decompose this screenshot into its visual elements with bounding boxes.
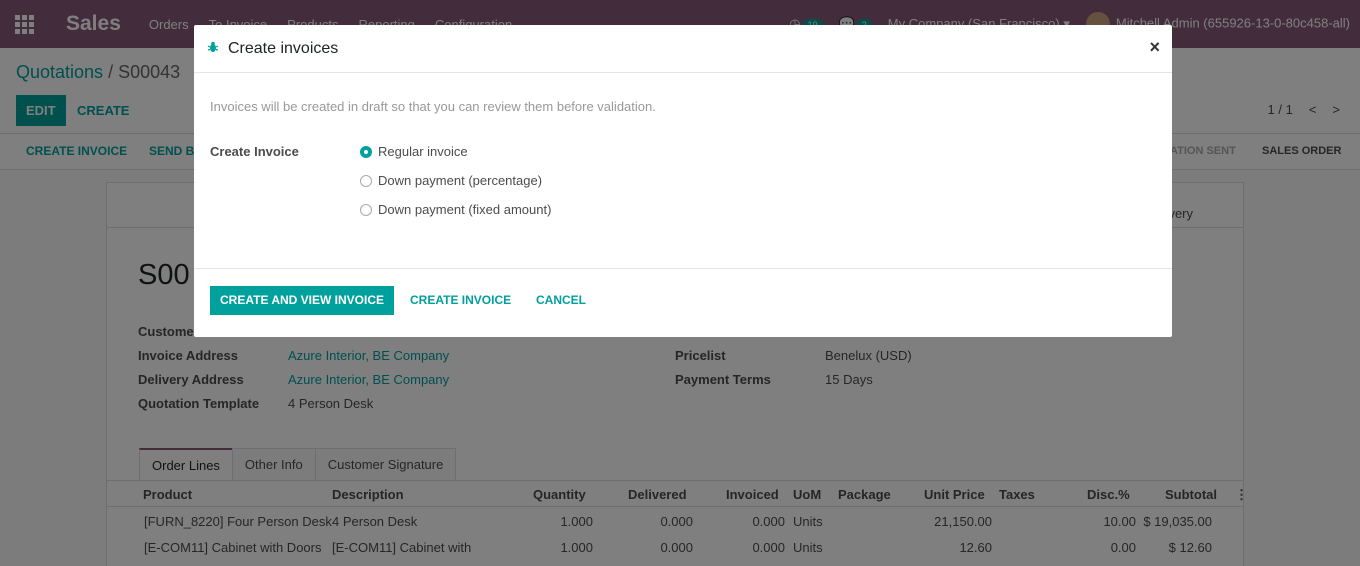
create-invoice-label: Create Invoice xyxy=(210,144,299,159)
dialog-header: Create invoices × xyxy=(194,25,1172,73)
close-icon[interactable]: × xyxy=(1149,37,1160,58)
create-and-view-invoice-button[interactable]: CREATE AND VIEW INVOICE xyxy=(210,286,395,315)
cancel-button[interactable]: CANCEL xyxy=(536,286,586,315)
bug-icon[interactable] xyxy=(207,41,219,53)
radio-button[interactable] xyxy=(360,174,372,187)
radio-button[interactable] xyxy=(360,145,372,158)
radio-label: Down payment (fixed amount) xyxy=(378,202,552,217)
dialog-footer: CREATE AND VIEW INVOICE CREATE INVOICE C… xyxy=(194,268,1172,337)
create-invoice-dialog-button[interactable]: CREATE INVOICE xyxy=(410,286,511,315)
radio-button[interactable] xyxy=(360,203,372,216)
dialog-info-text: Invoices will be created in draft so tha… xyxy=(210,99,656,114)
radio-label: Down payment (percentage) xyxy=(378,173,543,188)
radio-down-payment-fixed[interactable]: Down payment (fixed amount) xyxy=(360,202,551,217)
radio-label: Regular invoice xyxy=(378,144,468,159)
radio-down-payment-percentage[interactable]: Down payment (percentage) xyxy=(360,173,542,188)
dialog-title: Create invoices xyxy=(228,40,339,57)
radio-regular-invoice[interactable]: Regular invoice xyxy=(360,144,468,159)
create-invoices-dialog: Create invoices × Invoices will be creat… xyxy=(194,25,1172,337)
